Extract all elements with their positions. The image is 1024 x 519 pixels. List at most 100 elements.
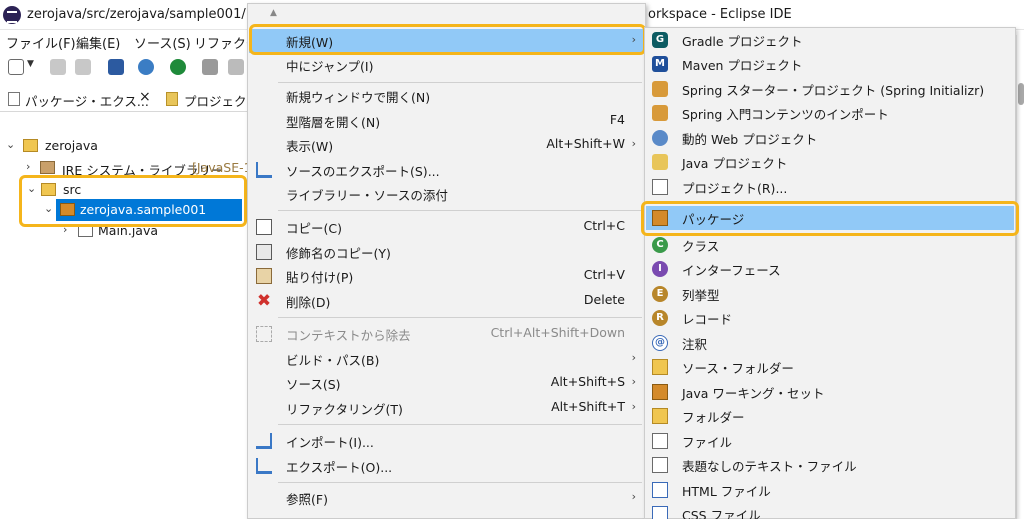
menu-item-build-path[interactable]: ビルド・パス(B) › [249, 347, 644, 371]
chevron-right-icon: › [631, 137, 636, 150]
submenu-item-untitled-text[interactable]: 表題なしのテキスト・ファイル [646, 453, 1014, 477]
tree-item-package[interactable]: zerojava.sample001 [56, 199, 242, 221]
project-icon [652, 179, 668, 195]
submenu-label: Java プロジェクト [682, 156, 788, 171]
menu-item-export[interactable]: エクスポート(O)... [249, 454, 644, 478]
annotation-icon: @ [652, 335, 668, 351]
submenu-item-spring-starter[interactable]: Spring スターター・プロジェクト (Spring Initializr) [646, 77, 1014, 101]
menu-item-remove-from-context: コンテキストから除去 Ctrl+Alt+Shift+Down [249, 322, 644, 346]
chevron-down-icon[interactable]: ⌄ [44, 202, 53, 215]
submenu-item-html[interactable]: HTML ファイル [646, 478, 1014, 502]
submenu-item-css[interactable]: CSS ファイル [646, 502, 1014, 519]
tree-item-src[interactable]: ⌄ src [0, 179, 248, 201]
menu-label: コピー(C) [286, 221, 342, 236]
chevron-right-icon[interactable]: › [26, 160, 30, 173]
menu-item-references[interactable]: 参照(F) › [249, 486, 644, 510]
submenu-label: CSS ファイル [682, 508, 761, 519]
menu-item-refactor[interactable]: リファクタリング(T) Alt+Shift+T › [249, 396, 644, 420]
menu-item-paste[interactable]: 貼り付け(P) Ctrl+V [249, 264, 644, 288]
tab-project[interactable]: プロジェクト [162, 86, 259, 112]
scrollbar-thumb[interactable] [1018, 83, 1024, 105]
menu-item-copy[interactable]: コピー(C) Ctrl+C [249, 215, 644, 239]
menu-item-delete[interactable]: ✖ 削除(D) Delete [249, 289, 644, 313]
submenu-item-annotation[interactable]: @ 注釈 [646, 331, 1014, 355]
menu-shortcut: F4 [609, 112, 625, 127]
menu-label: インポート(I)... [286, 435, 374, 450]
submenu-label: ソース・フォルダー [682, 361, 794, 376]
terminal-icon[interactable] [108, 59, 124, 75]
scroll-up-icon[interactable]: ▲ [270, 8, 277, 18]
submenu-label: レコード [682, 312, 733, 327]
submenu-item-file[interactable]: ファイル [646, 429, 1014, 453]
submenu-label: Spring 入門コンテンツのインポート [682, 107, 889, 122]
menu-label: ライブラリー・ソースの添付 [286, 188, 448, 203]
package-explorer-icon [8, 92, 20, 106]
chevron-down-icon[interactable]: ⌄ [6, 138, 15, 151]
menu-label: 貼り付け(P) [286, 270, 354, 285]
java-project-icon [652, 154, 668, 170]
tree-item-file[interactable]: › Main.java [0, 220, 248, 242]
submenu-item-working-set[interactable]: Java ワーキング・セット [646, 380, 1014, 404]
tool-icon[interactable] [228, 59, 244, 75]
menu-edit[interactable]: 編集(E) [76, 33, 120, 52]
menu-shortcut: Delete [583, 292, 625, 307]
submenu-item-class[interactable]: C クラス [646, 233, 1014, 257]
debug-icon[interactable] [202, 59, 218, 75]
submenu-item-gradle[interactable]: G Gradle プロジェクト [646, 28, 1014, 52]
package-tree: ⌄ zerojava › JRE システム・ライブラリー [JavaSE-1 ⌄… [0, 112, 252, 519]
menu-file[interactable]: ファイル(F) [6, 33, 76, 52]
submenu-label: 動的 Web プロジェクト [682, 132, 818, 147]
separator [675, 202, 1013, 203]
submenu-label: クラス [682, 239, 720, 254]
settings-icon[interactable] [138, 59, 154, 75]
separator [278, 317, 642, 318]
chevron-down-icon[interactable]: ⌄ [27, 182, 36, 195]
menu-source[interactable]: ソース(S) [134, 33, 191, 52]
submenu-item-dynamic-web[interactable]: 動的 Web プロジェクト [646, 126, 1014, 150]
new-icon[interactable] [8, 59, 24, 75]
submenu-item-maven[interactable]: M Maven プロジェクト [646, 52, 1014, 76]
file-icon [652, 433, 668, 449]
export-icon [256, 162, 272, 178]
submenu-item-record[interactable]: R レコード [646, 306, 1014, 330]
menu-item-import[interactable]: インポート(I)... [249, 429, 644, 453]
save-all-icon[interactable] [75, 59, 91, 75]
submenu-item-package[interactable]: パッケージ [646, 206, 1014, 230]
submenu-item-java-project[interactable]: Java プロジェクト [646, 150, 1014, 174]
project-icon [166, 92, 178, 106]
paste-icon [256, 268, 272, 284]
dropdown-icon[interactable]: ▼ [27, 59, 34, 69]
library-icon [40, 161, 55, 174]
spring-import-icon [652, 105, 668, 121]
chevron-right-icon[interactable]: › [63, 223, 67, 236]
submenu-label: Spring スターター・プロジェクト (Spring Initializr) [682, 83, 985, 98]
submenu-item-source-folder[interactable]: ソース・フォルダー [646, 355, 1014, 379]
submenu-item-spring-import[interactable]: Spring 入門コンテンツのインポート [646, 101, 1014, 125]
menu-item-attach-source[interactable]: ライブラリー・ソースの添付 [249, 182, 644, 206]
menu-label: コンテキストから除去 [286, 328, 411, 343]
menu-item-source[interactable]: ソース(S) Alt+Shift+S › [249, 371, 644, 395]
tab-package-explorer[interactable]: パッケージ・エクス... × [0, 86, 158, 112]
menu-item-show-in[interactable]: 表示(W) Alt+Shift+W › [249, 133, 644, 157]
menu-item-export-source[interactable]: ソースのエクスポート(S)... [249, 158, 644, 182]
submenu-item-folder[interactable]: フォルダー [646, 404, 1014, 428]
menu-item-open-new-window[interactable]: 新規ウィンドウで開く(N) [249, 84, 644, 108]
submenu-item-project[interactable]: プロジェクト(R)... [646, 175, 1014, 199]
menu-item-go-into[interactable]: 中にジャンプ(I) [249, 53, 644, 77]
tree-item-project[interactable]: ⌄ zerojava [0, 135, 248, 157]
submenu-item-interface[interactable]: I インターフェース [646, 257, 1014, 281]
scrollbar[interactable] [1016, 35, 1024, 519]
save-icon[interactable] [50, 59, 66, 75]
copy-icon [256, 219, 272, 235]
separator [278, 210, 642, 211]
menu-item-new[interactable]: 新規(W) › [249, 29, 644, 53]
tree-item-jre[interactable]: › JRE システム・ライブラリー [JavaSE-1 [0, 157, 252, 179]
menu-item-copy-qualified-name[interactable]: 修飾名のコピー(Y) [249, 240, 644, 264]
close-icon[interactable]: × [139, 89, 151, 105]
submenu-item-enum[interactable]: E 列挙型 [646, 282, 1014, 306]
window-title-tail: orkspace - Eclipse IDE [648, 7, 792, 22]
submenu-label: フォルダー [682, 410, 745, 425]
menu-item-open-type-hierarchy[interactable]: 型階層を開く(N) F4 [249, 109, 644, 133]
run-icon[interactable] [170, 59, 186, 75]
view-tabs: パッケージ・エクス... × プロジェクト [0, 86, 259, 112]
